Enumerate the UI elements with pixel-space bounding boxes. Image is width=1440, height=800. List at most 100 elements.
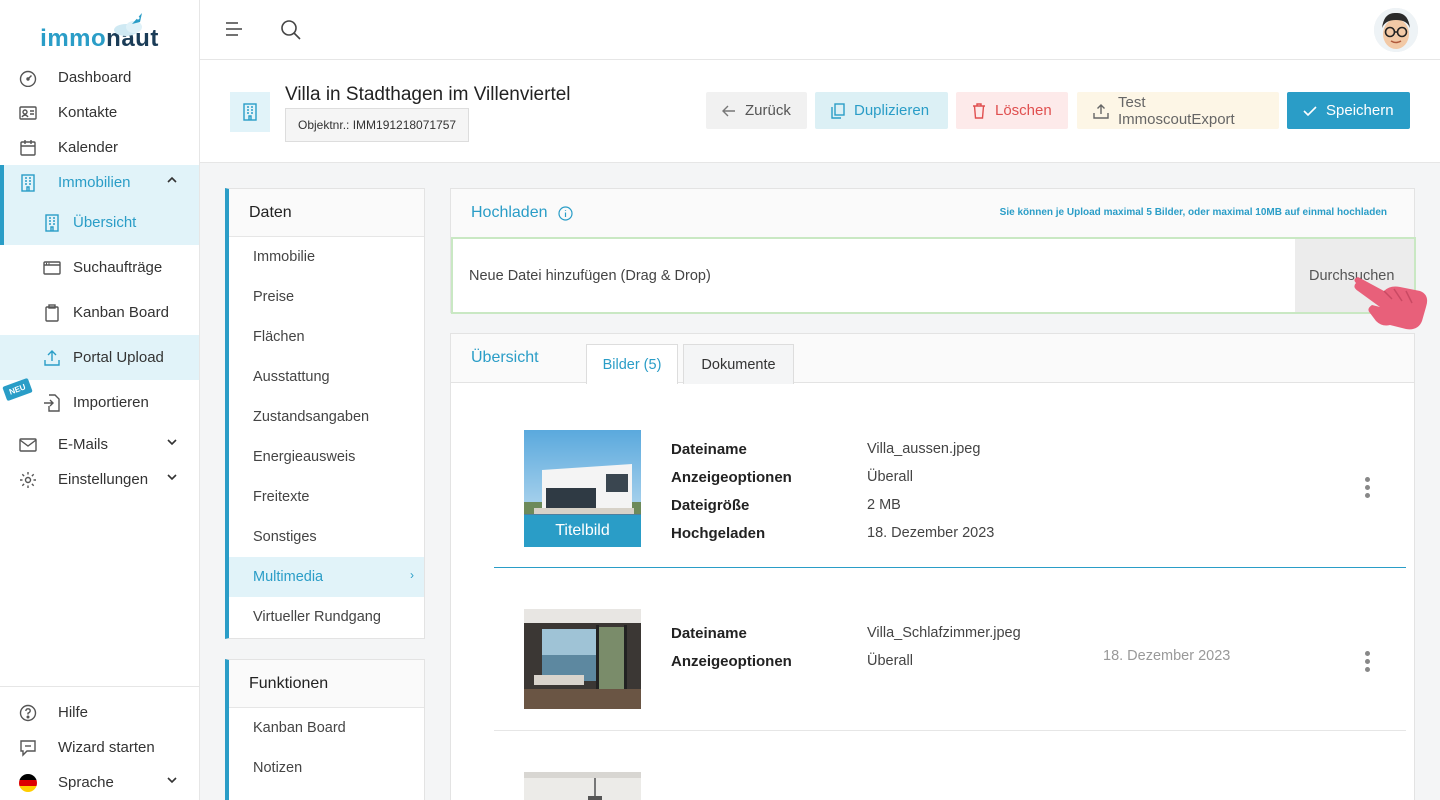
topbar [200,0,1440,60]
sidebar-item-label: Wizard starten [58,739,155,756]
detail-label: Dateiname [671,624,747,642]
tab-dokumente[interactable]: Dokumente [683,344,794,384]
sidebar-subitem-portal-upload[interactable]: Portal Upload [0,335,199,380]
menu-item-kanban-board[interactable]: Kanban Board [229,708,424,748]
sidebar-item-kalender[interactable]: Kalender [0,130,199,165]
sidebar-item-dashboard[interactable]: Dashboard [0,60,199,95]
building-icon [230,92,270,132]
detail-value: Villa_aussen.jpeg [867,441,981,457]
menu-item-zustandsangaben[interactable]: Zustandsangaben [229,397,424,437]
sidebar-item-einstellungen[interactable]: Einstellungen [0,462,199,497]
test-export-button[interactable]: Test ImmoscoutExport [1077,92,1279,129]
detail-label: Dateigröße [671,496,750,514]
overview-header: Übersicht Bilder (5) Dokumente [451,334,1414,384]
pointer-hand-icon [1354,277,1428,330]
search-icon[interactable] [280,19,302,41]
more-options-icon[interactable] [1365,651,1370,672]
sidebar-item-label: Hilfe [58,704,89,721]
menu-item-multimedia[interactable]: Multimedia › [229,557,424,597]
upload-icon [42,348,62,368]
delete-button[interactable]: Löschen [956,92,1068,129]
sidebar-item-label: Übersicht [73,214,137,231]
menu-item-preise[interactable]: Preise [229,277,424,317]
help-icon [18,703,38,723]
menu-item-freitexte[interactable]: Freitexte [229,477,424,517]
arrow-left-icon [722,105,736,117]
menu-item-flaechen[interactable]: Flächen [229,317,424,357]
menu-item-sonstiges[interactable]: Sonstiges [229,517,424,557]
gear-icon [18,470,38,490]
drop-zone-placeholder: Neue Datei hinzufügen (Drag & Drop) [469,267,711,284]
info-icon[interactable] [557,205,573,221]
image-details: Dateiname Villa_Schlafzimmer.jpeg Anzeige… [671,619,1021,675]
sidebar-subitem-uebersicht[interactable]: Übersicht [0,200,199,245]
image-row: Titelbild Dateiname Villa_aussen.jpeg Anz… [494,383,1406,568]
image-thumbnail[interactable]: Titelbild [524,430,641,547]
title-image-caption: Titelbild [524,515,641,547]
daten-menu-title: Daten [229,189,424,237]
upload-icon [1093,103,1109,119]
daten-menu: Daten Immobilie Preise Flächen Ausstattu… [225,188,425,639]
sidebar-bottom: Hilfe Wizard starten Sprache [0,686,199,800]
image-row [494,731,1406,800]
image-thumbnail[interactable] [524,609,641,709]
sidebar-item-label: Immobilien [58,174,131,191]
save-button[interactable]: Speichern [1287,92,1410,129]
page-title: Villa in Stadthagen im Villenviertel [285,84,571,105]
sidebar-item-wizard[interactable]: Wizard starten [0,730,199,765]
sidebar-item-label: Sprache [58,774,114,791]
back-button[interactable]: Zurück [706,92,807,129]
copy-icon [831,102,845,119]
sidebar-item-hilfe[interactable]: Hilfe [0,695,199,730]
image-thumbnail[interactable] [524,772,641,800]
sidebar-subitem-suchauftraege[interactable]: Suchaufträge [0,245,199,290]
duplicate-button[interactable]: Duplizieren [815,92,948,129]
sidebar-item-label: Kontakte [58,104,118,121]
sidebar-item-label: Importieren [73,394,149,411]
sidebar-item-importieren[interactable]: NEU Importieren [0,377,199,425]
avatar[interactable] [1374,8,1418,52]
sidebar: immonaut Dashboard Kontakte Kalender Imm… [0,0,200,800]
menu-item-virtueller-rundgang[interactable]: Virtueller Rundgang [229,597,424,637]
menu-item-energieausweis[interactable]: Energieausweis [229,437,424,477]
funktionen-menu-title: Funktionen [229,660,424,708]
tab-bilder[interactable]: Bilder (5) [586,344,678,384]
upload-title: Hochladen [471,204,548,221]
upload-panel: Hochladen Sie können je Upload maximal 5… [450,188,1416,314]
main-nav: Dashboard Kontakte Kalender Immobilien Ü… [0,60,199,497]
menu-item-label: Multimedia [253,569,324,585]
main-content: Daten Immobilie Preise Flächen Ausstattu… [200,163,1440,800]
overview-panel: Übersicht Bilder (5) Dokumente Titelbild [450,333,1415,800]
chevron-down-icon[interactable] [167,472,177,482]
sidebar-item-label: Suchaufträge [73,259,163,276]
chevron-up-icon[interactable] [167,175,177,185]
file-import-icon [42,393,62,413]
envelope-icon [18,435,38,455]
sidebar-item-emails[interactable]: E-Mails [0,427,199,462]
image-details: Dateiname Villa_aussen.jpeg Anzeigeoption… [671,435,994,547]
sidebar-subitem-kanban[interactable]: Kanban Board [0,290,199,335]
sidebar-item-sprache[interactable]: Sprache [0,765,199,800]
chevron-down-icon[interactable] [167,437,177,447]
upload-header: Hochladen Sie können je Upload maximal 5… [451,189,1414,237]
detail-value: 2 MB [867,497,901,513]
checkmark-icon [1303,105,1317,117]
object-number: Objektnr.: IMM191218071757 [285,108,470,142]
menu-item-immobilie[interactable]: Immobilie [229,237,424,277]
sidebar-item-label: Kanban Board [73,304,169,321]
logo[interactable]: immonaut [0,0,199,60]
more-options-icon[interactable] [1365,477,1370,498]
duplicate-button-label: Duplizieren [854,102,930,119]
detail-label: Hochgeladen [671,524,766,542]
upload-note: Sie können je Upload maximal 5 Bilder, o… [999,207,1387,218]
sidebar-item-kontakte[interactable]: Kontakte [0,95,199,130]
sidebar-item-immobilien[interactable]: Immobilien [0,165,199,200]
menu-icon[interactable] [224,19,244,39]
drop-zone[interactable]: Neue Datei hinzufügen (Drag & Drop) Durc… [451,237,1416,314]
back-button-label: Zurück [745,102,791,119]
menu-item-ausstattung[interactable]: Ausstattung [229,357,424,397]
rocket-icon [114,13,142,36]
chevron-down-icon[interactable] [167,775,177,785]
menu-item-notizen[interactable]: Notizen [229,748,424,788]
sidebar-item-label: E-Mails [58,436,109,453]
